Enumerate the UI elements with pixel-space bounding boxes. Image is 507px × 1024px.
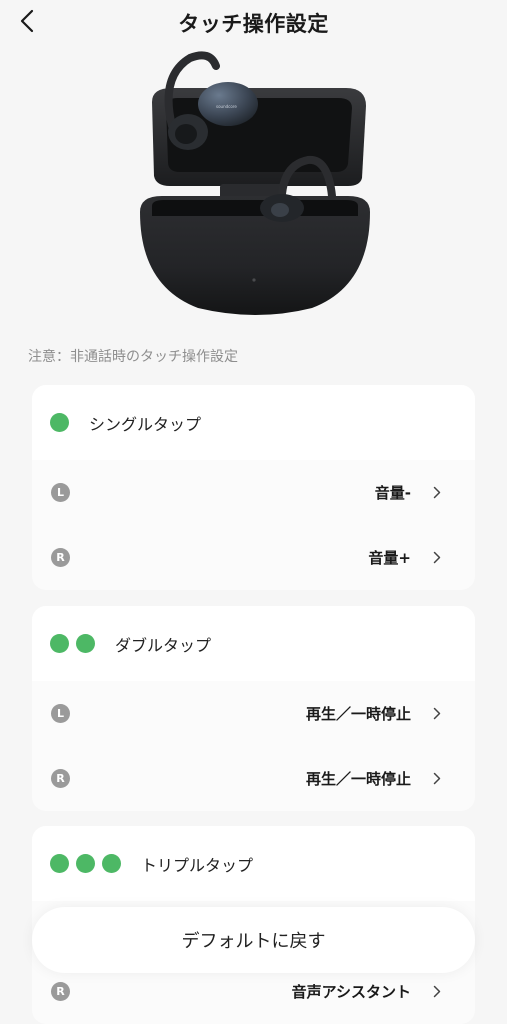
section-title: トリプルタップ — [141, 855, 254, 875]
section-title: ダブルタップ — [115, 635, 212, 655]
header: タッチ操作設定 — [0, 0, 507, 44]
left-badge-icon: L — [51, 704, 70, 723]
section-double-tap: ダブルタップ L 再生／一時停止 R 再生／一時停止 — [32, 606, 475, 811]
chevron-right-icon — [429, 706, 445, 722]
tap-dot-icon — [102, 854, 121, 873]
left-badge-icon: L — [51, 483, 70, 502]
svg-text:soundcore: soundcore — [216, 104, 237, 109]
section-single-tap: シングルタップ L 音量- R 音量+ — [32, 385, 475, 590]
single-tap-left-row[interactable]: L 音量- — [32, 460, 475, 525]
page-title: タッチ操作設定 — [178, 12, 329, 36]
action-value: 音量+ — [368, 549, 411, 567]
action-value: 音声アシスタント — [291, 982, 411, 1001]
touch-settings-screen: タッチ操作設定 soundcore 注意：非通話時のタッチ操作設定 シングルタッ… — [0, 0, 507, 1024]
action-value: 再生／一時停止 — [305, 770, 411, 788]
chevron-right-icon — [429, 550, 445, 566]
reset-default-button[interactable]: デフォルトに戻す — [32, 907, 475, 973]
tap-dot-icon — [50, 413, 69, 432]
note-text: 注意：非通話時のタッチ操作設定 — [28, 349, 238, 365]
chevron-right-icon — [429, 485, 445, 501]
tap-dot-icon — [76, 854, 95, 873]
tap-count-dots — [50, 413, 69, 432]
section-header: ダブルタップ — [32, 606, 475, 681]
right-badge-icon: R — [51, 981, 70, 1001]
earbuds-case-image: soundcore — [140, 51, 370, 315]
section-header: トリプルタップ — [32, 826, 475, 901]
section-title: シングルタップ — [89, 414, 202, 434]
double-tap-left-row[interactable]: L 再生／一時停止 — [32, 681, 475, 746]
tap-count-dots — [50, 854, 121, 873]
right-badge-icon: R — [51, 548, 70, 567]
single-tap-right-row[interactable]: R 音量+ — [32, 525, 475, 590]
chevron-right-icon — [429, 771, 445, 787]
tap-dot-icon — [76, 634, 95, 653]
action-value: 再生／一時停止 — [305, 705, 411, 723]
tap-count-dots — [50, 634, 95, 653]
section-header: シングルタップ — [32, 385, 475, 460]
tap-dot-icon — [50, 634, 69, 653]
chevron-right-icon — [429, 983, 445, 999]
double-tap-right-row[interactable]: R 再生／一時停止 — [32, 746, 475, 811]
right-badge-icon: R — [51, 769, 70, 788]
tap-dot-icon — [50, 854, 69, 873]
action-value: 音量- — [374, 484, 411, 502]
